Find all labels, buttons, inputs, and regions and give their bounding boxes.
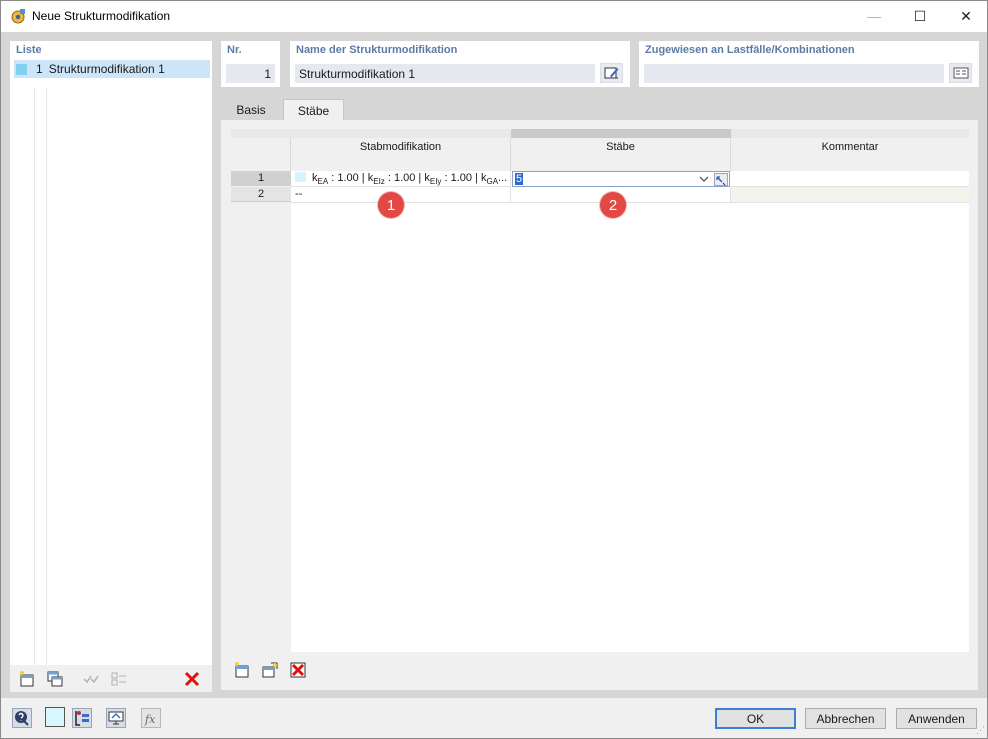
delete-rows-button[interactable] <box>287 659 309 681</box>
nr-label: Nr. <box>227 44 242 56</box>
ok-button[interactable]: OK <box>715 708 796 729</box>
view-button[interactable] <box>105 707 127 729</box>
nr-field[interactable]: 1 <box>226 64 275 83</box>
cancel-button[interactable]: Abbrechen <box>805 708 886 729</box>
view-icon <box>106 708 126 728</box>
maximize-button[interactable]: ☐ <box>897 1 943 31</box>
uncheck-button[interactable] <box>108 668 130 690</box>
list-panel: Liste 1 Strukturmodifikation 1 <box>10 41 212 692</box>
tab-staebe[interactable]: Stäbe <box>283 99 344 120</box>
assigned-field[interactable] <box>644 64 944 83</box>
uncheck-icon <box>111 672 126 686</box>
minimize-icon: — <box>867 8 881 24</box>
kommentar-cell[interactable] <box>731 187 969 203</box>
formula-icon: fx <box>141 708 161 728</box>
assign-select-button[interactable] <box>949 63 972 83</box>
window-title: Neue Strukturmodifikation <box>32 9 171 23</box>
new-item-button[interactable] <box>16 668 38 690</box>
name-box: Name der Strukturmodifikation Strukturmo… <box>290 41 630 87</box>
name-field[interactable]: Strukturmodifikation 1 <box>295 64 595 83</box>
svg-text:fx: fx <box>144 713 156 726</box>
value: : 1.00 | k <box>441 172 487 184</box>
row-number-column <box>231 171 291 652</box>
callout-marker-2: 2 <box>600 192 626 218</box>
list-toolbar <box>10 665 212 692</box>
list-item-number: 1 <box>36 62 43 76</box>
app-icon <box>11 9 25 24</box>
grid-top-band-active <box>511 129 731 138</box>
copy-item-button[interactable] <box>44 668 66 690</box>
tab-body-staebe: Stabmodifikation Stäbe Kommentar 1 2 kEA… <box>221 120 978 690</box>
column-header-stabmodifikation[interactable]: Stabmodifikation <box>291 138 511 171</box>
name-label: Name der Strukturmodifikation <box>296 44 458 56</box>
insert-row-button[interactable] <box>231 659 253 681</box>
members-grid: Stabmodifikation Stäbe Kommentar 1 2 kEA… <box>231 129 969 652</box>
delete-item-button[interactable] <box>181 668 203 690</box>
color-button[interactable] <box>45 707 65 727</box>
dialog-window: Neue Strukturmodifikation — ☐ ✕ Liste 1 … <box>0 0 988 739</box>
ellipsis: ... <box>498 172 508 184</box>
close-icon: ✕ <box>960 7 972 24</box>
column-header-staebe[interactable]: Stäbe <box>511 138 731 171</box>
list-item-structure-modification[interactable]: 1 Strukturmodifikation 1 <box>14 60 210 78</box>
insert-from-button[interactable] <box>259 659 281 681</box>
subscript: EIz <box>373 177 385 187</box>
close-button[interactable]: ✕ <box>943 1 988 31</box>
title-bar: Neue Strukturmodifikation — ☐ ✕ <box>1 1 987 32</box>
value: : 1.00 | k <box>328 172 374 184</box>
list-select-icon <box>953 67 968 79</box>
assigned-box: Zugewiesen an Lastfälle/Kombinationen <box>639 41 979 87</box>
callout-marker-1: 1 <box>378 192 404 218</box>
subscript: EIy <box>429 177 442 187</box>
column-header-kommentar[interactable]: Kommentar <box>731 138 969 171</box>
grid-top-band <box>231 129 511 138</box>
row-number[interactable]: 1 <box>231 171 291 186</box>
new-item-icon <box>20 671 34 687</box>
stabmodifikation-cell[interactable]: kEA : 1.00 | kEIz : 1.00 | kEIy : 1.00 |… <box>291 171 511 187</box>
tab-basis[interactable]: Basis <box>221 99 281 120</box>
help-icon <box>12 708 32 728</box>
units-icon <box>72 708 92 728</box>
pick-members-icon[interactable] <box>714 173 728 186</box>
insert-from-icon <box>262 662 278 678</box>
resize-grip-icon[interactable]: ⋰ <box>976 725 985 736</box>
delete-icon <box>184 671 200 687</box>
formula-button[interactable]: fx <box>140 707 162 729</box>
staebe-value: 5 <box>515 173 524 185</box>
color-swatch <box>295 172 306 182</box>
nr-box: Nr. 1 <box>221 41 280 87</box>
delete-rows-icon <box>290 662 306 678</box>
insert-row-icon <box>235 662 249 678</box>
chevron-down-icon[interactable] <box>699 175 709 183</box>
dialog-client: Liste 1 Strukturmodifikation 1 Nr. 1 Nam… <box>1 32 987 738</box>
dialog-footer: fx OK Abbrechen Anwenden ⋰ <box>1 698 987 738</box>
units-button[interactable] <box>71 707 93 729</box>
grid-toolbar <box>231 658 331 682</box>
check-all-button[interactable] <box>80 668 102 690</box>
row-number[interactable]: 2 <box>231 187 291 202</box>
maximize-icon: ☐ <box>913 7 927 24</box>
edit-name-button[interactable] <box>600 63 623 83</box>
list-item-label: Strukturmodifikation 1 <box>48 62 165 76</box>
minimize-button[interactable]: — <box>851 1 897 31</box>
row-header-corner <box>231 138 291 171</box>
staebe-input[interactable]: 5 <box>512 171 730 187</box>
copy-icon <box>47 671 63 687</box>
subscript: EA <box>317 177 329 187</box>
tree-guide <box>46 87 47 665</box>
list-title: Liste <box>16 44 42 56</box>
help-button[interactable] <box>11 707 33 729</box>
assigned-label: Zugewiesen an Lastfälle/Kombinationen <box>645 44 855 56</box>
edit-icon <box>604 67 618 79</box>
apply-button[interactable]: Anwenden <box>896 708 977 729</box>
grid-top-band <box>731 129 969 138</box>
tree-guide <box>34 87 35 665</box>
color-swatch <box>16 63 27 75</box>
subscript: GA <box>486 177 499 187</box>
check-all-icon <box>83 675 99 684</box>
value: : 1.00 | k <box>384 172 430 184</box>
kommentar-cell[interactable] <box>731 171 969 187</box>
